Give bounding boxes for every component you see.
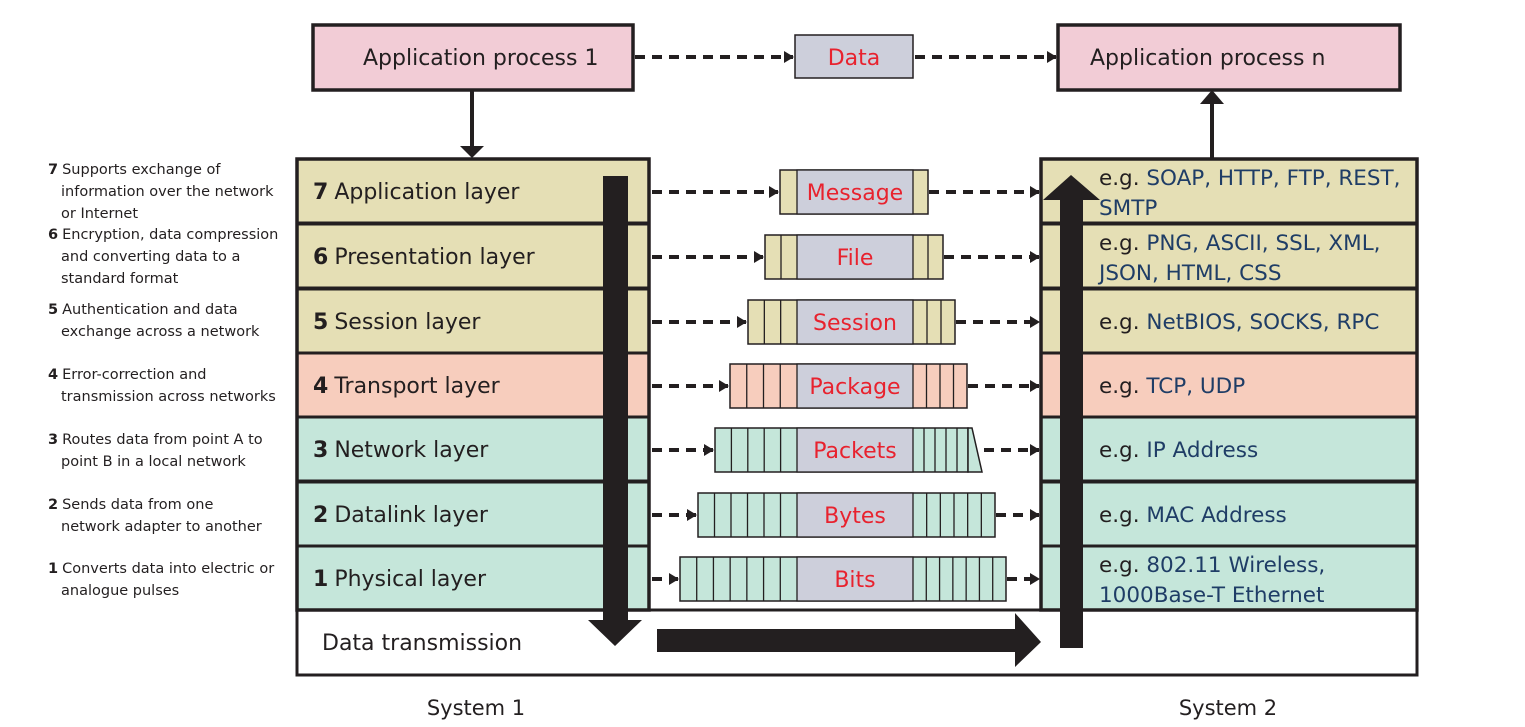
app-process-n-label: Application process n bbox=[1090, 46, 1325, 71]
layer-description: transmission across networks bbox=[61, 389, 276, 405]
layer-description: and converting data to a bbox=[61, 249, 240, 265]
layer-description: network adapter to another bbox=[61, 519, 262, 535]
application-process-n-box: Application process n bbox=[1056, 23, 1402, 92]
layer-examples: e.g. 802.11 Wireless, bbox=[1099, 553, 1325, 578]
packet-unit-label: Packets bbox=[813, 439, 896, 464]
layer-description: 6 Encryption, data compression bbox=[48, 227, 278, 243]
layer-name: 2 Datalink layer bbox=[313, 503, 489, 528]
layer-description: 3 Routes data from point A to bbox=[48, 432, 263, 448]
layer-name: 3 Network layer bbox=[313, 438, 489, 463]
packet-packets: Packets bbox=[652, 427, 1040, 473]
packet-unit-label: Session bbox=[813, 311, 897, 336]
data-transmission-label: Data transmission bbox=[322, 631, 522, 656]
packet-session: Session bbox=[652, 299, 1040, 345]
packet-bits: Bits bbox=[652, 556, 1040, 602]
layer-description: 7 Supports exchange of bbox=[48, 162, 221, 178]
system-1-label: System 1 bbox=[427, 696, 525, 720]
layer-description: 5 Authentication and data bbox=[48, 302, 238, 318]
packet-package: Package bbox=[652, 363, 1040, 409]
data-box: Data bbox=[794, 34, 914, 79]
layer-row-6: 6 Presentation layer 6 Encryption, data com… bbox=[48, 222, 1419, 290]
layer-examples: JSON, HTML, CSS bbox=[1097, 261, 1281, 286]
system-2-label: System 2 bbox=[1179, 696, 1277, 720]
app-process-1-label: Application process 1 bbox=[363, 46, 598, 71]
layer-examples: e.g. MAC Address bbox=[1099, 503, 1287, 528]
down-arrow-app1 bbox=[460, 90, 484, 158]
layer-row-5: 5 Session layer 5 Authentication and data ex… bbox=[48, 287, 1419, 355]
layer-description: point B in a local network bbox=[61, 454, 246, 470]
layer-examples: SMTP bbox=[1099, 196, 1157, 221]
packet-bytes: Bytes bbox=[652, 492, 1040, 538]
layer-name: 6 Presentation layer bbox=[313, 245, 536, 270]
layer-examples: e.g. NetBIOS, SOCKS, RPC bbox=[1099, 310, 1379, 335]
layer-row-3: 3 Network layer 3 Routes data from point A … bbox=[48, 415, 1419, 483]
layer-name: 7 Application layer bbox=[313, 180, 520, 205]
layer-examples: e.g. SOAP, HTTP, FTP, REST, bbox=[1099, 166, 1401, 191]
application-process-1-box: Application process 1 bbox=[311, 23, 635, 92]
packet-unit-label: Bytes bbox=[824, 504, 886, 529]
layer-row-7: 7 Application layer 7 Supports exchange of i… bbox=[48, 157, 1419, 225]
packet-fragment bbox=[967, 427, 983, 473]
packet-unit-label: Package bbox=[809, 375, 900, 400]
layer-row-4: 4 Transport layer 4 Error-correction and tra… bbox=[48, 351, 1419, 419]
layer-examples: 1000Base-T Ethernet bbox=[1099, 583, 1324, 608]
layer-name: 1 Physical layer bbox=[313, 567, 487, 592]
layer-description: 1 Converts data into electric or bbox=[48, 561, 274, 577]
layer-name: 4 Transport layer bbox=[313, 374, 501, 399]
data-label: Data bbox=[828, 46, 881, 71]
big-right-arrow bbox=[657, 613, 1041, 667]
up-arrow-appn bbox=[1200, 90, 1224, 160]
layer-row-1: 1 Physical layer 1 Converts data into elect… bbox=[48, 544, 1419, 612]
packet-unit-label: Bits bbox=[834, 568, 875, 593]
packet-unit-label: Message bbox=[807, 181, 903, 206]
layer-row-2: 2 Datalink layer 2 Sends data from one netwo… bbox=[48, 480, 1419, 548]
layer-description: standard format bbox=[61, 271, 179, 287]
packet-unit-label: File bbox=[837, 246, 874, 271]
packet-file: File bbox=[652, 234, 1040, 280]
layer-description: 4 Error-correction and bbox=[48, 367, 207, 383]
layer-description: 2 Sends data from one bbox=[48, 497, 213, 513]
layer-examples: e.g. TCP, UDP bbox=[1099, 374, 1245, 399]
layer-description: analogue pulses bbox=[61, 583, 179, 599]
packet-message: Message bbox=[652, 169, 1040, 215]
layer-examples: e.g. PNG, ASCII, SSL, XML, bbox=[1099, 231, 1381, 256]
layer-examples: e.g. IP Address bbox=[1099, 438, 1258, 463]
osi-model-diagram: Application process 1 Data Application p… bbox=[48, 23, 1419, 720]
layer-description: or Internet bbox=[61, 206, 138, 222]
layer-description: exchange across a network bbox=[61, 324, 260, 340]
layer-name: 5 Session layer bbox=[313, 310, 481, 335]
layer-description: information over the network bbox=[61, 184, 274, 200]
